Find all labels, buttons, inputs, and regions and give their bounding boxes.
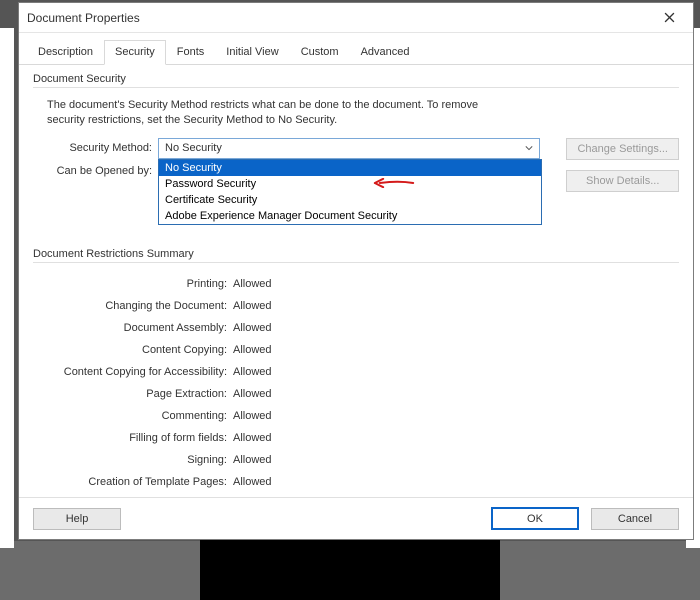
restriction-value: Allowed <box>233 344 272 356</box>
restriction-label: Changing the Document: <box>33 300 233 312</box>
tab-custom[interactable]: Custom <box>290 40 350 65</box>
change-settings-button[interactable]: Change Settings... <box>566 138 679 160</box>
tab-initial-view[interactable]: Initial View <box>215 40 289 65</box>
restriction-row: Changing the Document:Allowed <box>33 295 679 317</box>
restriction-row: Printing:Allowed <box>33 273 679 295</box>
restriction-value: Allowed <box>233 322 272 334</box>
restriction-value: Allowed <box>233 410 272 422</box>
restriction-value: Allowed <box>233 454 272 466</box>
dialog-title: Document Properties <box>27 11 140 25</box>
opened-by-label: Can be Opened by: <box>33 165 158 177</box>
annotation-arrow-icon <box>373 178 415 188</box>
option-aem-document-security[interactable]: Adobe Experience Manager Document Securi… <box>159 208 541 224</box>
restriction-value: Allowed <box>233 366 272 378</box>
tab-description[interactable]: Description <box>27 40 104 65</box>
restriction-label: Content Copying: <box>33 344 233 356</box>
document-security-group: Document Security The document's Securit… <box>33 73 679 218</box>
restriction-row: Filling of form fields:Allowed <box>33 427 679 449</box>
option-no-security[interactable]: No Security <box>159 160 541 176</box>
dialog-footer: Help OK Cancel <box>19 497 693 539</box>
restriction-row: Signing:Allowed <box>33 449 679 471</box>
restriction-row: Creation of Template Pages:Allowed <box>33 471 679 493</box>
security-method-dropdown[interactable]: No Security Password Security Certificat… <box>158 159 542 225</box>
restriction-value: Allowed <box>233 476 272 488</box>
restriction-row: Document Assembly:Allowed <box>33 317 679 339</box>
restriction-value: Allowed <box>233 278 272 290</box>
security-method-label: Security Method: <box>33 142 158 154</box>
bg-left-strip <box>0 28 14 548</box>
restriction-row: Content Copying:Allowed <box>33 339 679 361</box>
help-button[interactable]: Help <box>33 508 121 530</box>
close-button[interactable] <box>653 7 685 29</box>
close-icon <box>664 12 675 23</box>
restriction-row: Commenting:Allowed <box>33 405 679 427</box>
document-properties-dialog: Document Properties Description Security… <box>18 2 694 540</box>
restriction-label: Commenting: <box>33 410 233 422</box>
chevron-down-icon <box>522 141 536 155</box>
restriction-label: Printing: <box>33 278 233 290</box>
tab-advanced[interactable]: Advanced <box>350 40 421 65</box>
document-security-label: Document Security <box>33 73 679 88</box>
restriction-label: Page Extraction: <box>33 388 233 400</box>
restriction-label: Document Assembly: <box>33 322 233 334</box>
restriction-row: Content Copying for Accessibility:Allowe… <box>33 361 679 383</box>
option-certificate-security[interactable]: Certificate Security <box>159 192 541 208</box>
restriction-row: Page Extraction:Allowed <box>33 383 679 405</box>
restrictions-label: Document Restrictions Summary <box>33 248 679 263</box>
cancel-button[interactable]: Cancel <box>591 508 679 530</box>
titlebar: Document Properties <box>19 3 693 33</box>
security-method-value: No Security <box>165 142 222 154</box>
restriction-label: Filling of form fields: <box>33 432 233 444</box>
tab-security[interactable]: Security <box>104 40 166 65</box>
show-details-button[interactable]: Show Details... <box>566 170 679 192</box>
restriction-label: Signing: <box>33 454 233 466</box>
security-description: The document's Security Method restricts… <box>47 98 673 128</box>
restriction-value: Allowed <box>233 432 272 444</box>
restrictions-group: Document Restrictions Summary Printing:A… <box>33 248 679 493</box>
restriction-label: Content Copying for Accessibility: <box>33 366 233 378</box>
security-method-select[interactable]: No Security <box>158 138 540 159</box>
tabs: Description Security Fonts Initial View … <box>19 33 693 65</box>
restriction-value: Allowed <box>233 388 272 400</box>
tab-fonts[interactable]: Fonts <box>166 40 216 65</box>
option-password-security[interactable]: Password Security <box>159 176 541 192</box>
restriction-value: Allowed <box>233 300 272 312</box>
restriction-label: Creation of Template Pages: <box>33 476 233 488</box>
ok-button[interactable]: OK <box>491 507 579 530</box>
